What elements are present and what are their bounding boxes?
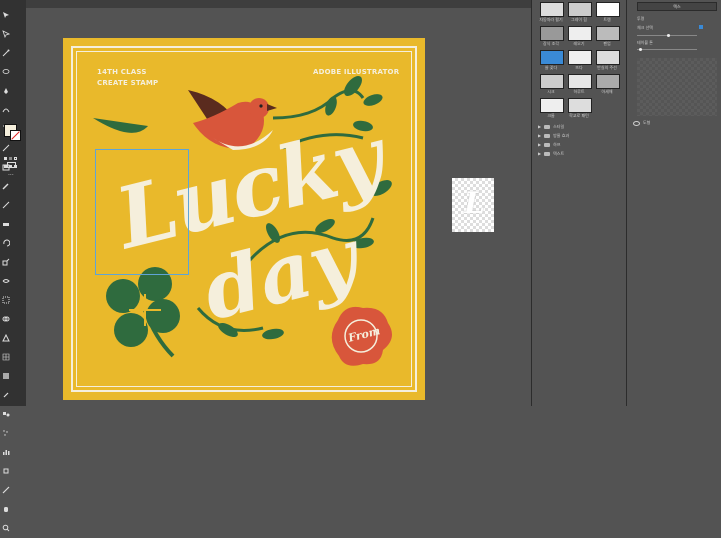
document-tab-bar <box>26 0 531 8</box>
style-label: 시크 <box>547 89 555 94</box>
style-swatch[interactable] <box>568 2 592 17</box>
style-swatch[interactable] <box>596 74 620 89</box>
expand-triangle-icon[interactable]: ▶ <box>538 142 541 147</box>
graphic-styles-panel: 자동따라 펼기 그레이 힘 트렘 장식 조각 레오기 펜업 쓸 꽂다 뜨다 반실… <box>531 0 626 406</box>
zoom-tool-icon[interactable] <box>2 524 10 532</box>
color-mode-icons[interactable] <box>4 145 22 160</box>
thumbnail-letter: L <box>464 186 486 221</box>
folder-label: 스타일 <box>553 123 565 129</box>
option-checkbox[interactable] <box>699 25 703 29</box>
option-label: 체크 선택 <box>637 25 653 30</box>
gradient-tool-icon[interactable] <box>2 372 10 380</box>
mesh-tool-icon[interactable] <box>2 353 10 361</box>
direct-selection-tool-icon[interactable] <box>2 30 10 38</box>
visibility-eye-icon[interactable] <box>633 120 640 126</box>
shape-builder-tool-icon[interactable] <box>2 315 10 323</box>
style-label: 학교로 패턴 <box>569 113 589 118</box>
folder-row[interactable]: ▶ 스타일 <box>538 122 624 131</box>
style-swatch[interactable] <box>568 98 592 113</box>
folder-label: 방울 효과 <box>553 132 570 138</box>
magic-wand-tool-icon[interactable] <box>2 49 10 57</box>
folder-row[interactable]: ▶ 텍스트 <box>538 149 624 158</box>
eyedropper-tool-icon[interactable] <box>2 391 10 399</box>
scale-tool-icon[interactable] <box>2 258 10 266</box>
pencil-tool-icon[interactable] <box>2 201 10 209</box>
brush-tool-icon[interactable] <box>2 182 10 190</box>
pen-tool-icon[interactable] <box>2 87 10 95</box>
style-swatch[interactable] <box>568 50 592 65</box>
draw-mode-icons[interactable] <box>4 153 22 168</box>
style-swatch[interactable] <box>596 2 620 17</box>
symbol-sprayer-tool-icon[interactable] <box>2 429 10 437</box>
slider-knob[interactable] <box>667 34 670 37</box>
folder-icon <box>544 142 551 147</box>
selection-bounding-box[interactable] <box>95 149 189 275</box>
folder-icon <box>544 151 551 156</box>
style-swatch[interactable] <box>540 98 564 113</box>
perspective-grid-tool-icon[interactable] <box>2 334 10 342</box>
folder-row[interactable]: ▶ 방울 효과 <box>538 131 624 140</box>
style-folder-list: ▶ 스타일 ▶ 방울 효과 ▶ 하프 ▶ 텍스트 <box>538 122 624 158</box>
properties-panel: 텍스 투명 체크 선택 테이블 톤 도형 <box>626 0 721 406</box>
layer-row[interactable]: 도형 <box>633 120 717 126</box>
free-transform-tool-icon[interactable] <box>2 296 10 304</box>
style-label: 자동따라 펼기 <box>539 17 563 22</box>
graph-tool-icon[interactable] <box>2 448 10 456</box>
style-swatch[interactable] <box>568 74 592 89</box>
clover-illustration <box>106 267 180 358</box>
hand-tool-icon[interactable] <box>2 505 10 513</box>
style-label: 뜨다 <box>575 65 583 70</box>
slider-knob[interactable] <box>639 48 642 51</box>
style-label: 반실의 주선 <box>597 65 617 70</box>
style-label: 그레이 힘 <box>571 17 587 22</box>
style-label: 트렘 <box>603 17 611 22</box>
rotate-tool-icon[interactable] <box>2 239 10 247</box>
panel-header-button[interactable]: 텍스 <box>637 2 717 11</box>
style-swatch[interactable] <box>568 26 592 41</box>
folder-row[interactable]: ▶ 하프 <box>538 140 624 149</box>
leaf <box>363 94 383 106</box>
selection-tool-icon[interactable] <box>2 11 10 19</box>
expand-triangle-icon[interactable]: ▶ <box>538 133 541 138</box>
folder-icon <box>544 133 551 138</box>
style-label: 쓸 꽂다 <box>544 65 558 70</box>
lasso-tool-icon[interactable] <box>2 68 10 76</box>
folder-label: 하프 <box>553 141 561 147</box>
symbol-preview-thumbnail[interactable]: L <box>452 178 494 232</box>
slice-tool-icon[interactable] <box>2 486 10 494</box>
option-label: 테이블 톤 <box>637 40 653 45</box>
folder-label: 텍스트 <box>553 150 565 156</box>
expand-triangle-icon[interactable]: ▶ <box>538 124 541 129</box>
more-tools-icon[interactable]: ··· <box>8 172 14 179</box>
curvature-tool-icon[interactable] <box>2 106 10 114</box>
layer-label: 도형 <box>643 120 651 125</box>
style-swatch[interactable] <box>596 26 620 41</box>
transparency-section-title: 투명 <box>637 16 645 21</box>
artboard-tool-icon[interactable] <box>2 467 10 475</box>
style-label: 펜업 <box>603 41 611 46</box>
expand-triangle-icon[interactable]: ▶ <box>538 151 541 156</box>
folder-icon <box>544 124 551 129</box>
style-label: 아세해 <box>601 89 613 94</box>
width-tool-icon[interactable] <box>2 277 10 285</box>
tone-slider[interactable] <box>637 49 697 50</box>
style-swatch[interactable] <box>596 50 620 65</box>
stroke-swatch[interactable] <box>10 130 21 141</box>
style-label: 장식 조각 <box>543 41 559 46</box>
screen-mode-icon[interactable] <box>7 162 16 168</box>
leaf <box>262 328 284 340</box>
eraser-tool-icon[interactable] <box>2 220 10 228</box>
style-label: 크롬 <box>547 113 555 118</box>
style-label: 레오기 <box>573 41 585 46</box>
style-swatch[interactable] <box>540 50 564 65</box>
style-label: 하루트 <box>573 89 585 94</box>
style-swatch[interactable] <box>540 26 564 41</box>
blend-tool-icon[interactable] <box>2 410 10 418</box>
tools-panel: ··· <box>0 0 27 532</box>
transparency-preview <box>637 58 717 116</box>
big-leaf <box>93 118 148 133</box>
style-swatch[interactable] <box>540 2 564 17</box>
style-swatch[interactable] <box>540 74 564 89</box>
